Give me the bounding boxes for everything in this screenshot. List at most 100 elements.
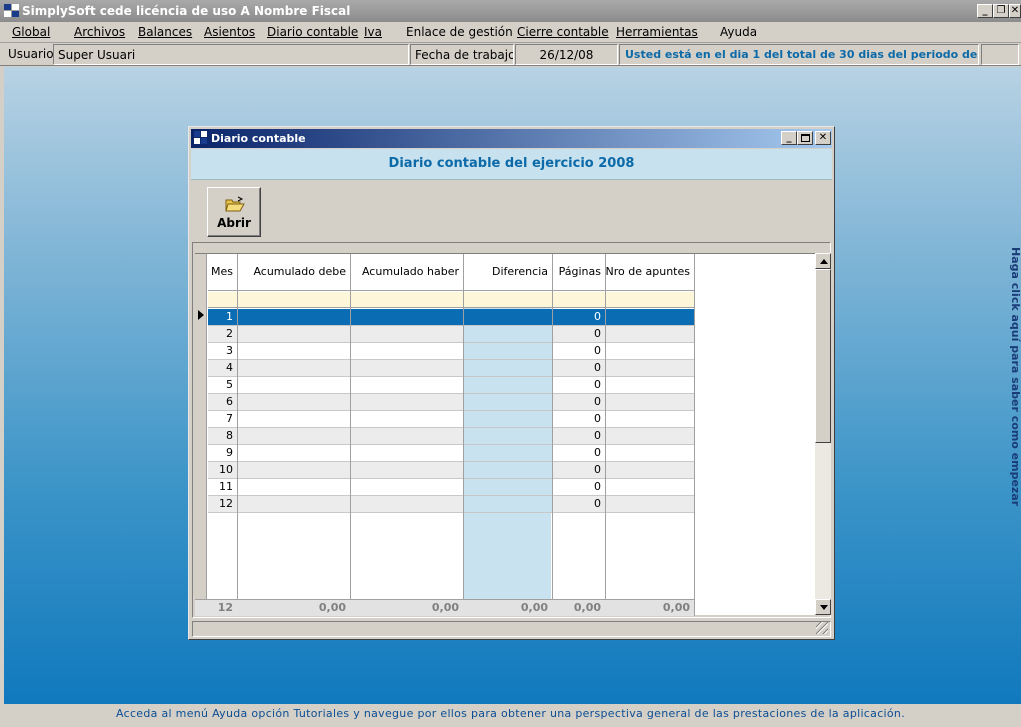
table-row[interactable]: 11 0 — [208, 479, 694, 496]
table-row[interactable]: 80 — [208, 428, 694, 445]
cell-diferencia[interactable] — [463, 411, 552, 427]
scroll-up-button[interactable] — [815, 253, 831, 269]
table-row[interactable]: 30 — [208, 343, 694, 360]
menu-archivos[interactable]: Archivos — [74, 25, 125, 39]
menu-diario-contable[interactable]: Diario contable — [267, 25, 358, 39]
cell-acumulado-haber[interactable] — [350, 309, 463, 325]
cell-mes[interactable]: 5 — [208, 377, 237, 393]
cell-acumulado-haber[interactable] — [350, 445, 463, 461]
cell-mes[interactable]: 1 — [208, 309, 237, 325]
cell-acumulado-haber[interactable] — [350, 326, 463, 342]
cell-nro-apuntes[interactable] — [605, 445, 694, 461]
menu-global[interactable]: Global — [12, 25, 50, 39]
cell-mes[interactable]: 4 — [208, 360, 237, 376]
cell-paginas[interactable]: 0 — [552, 309, 605, 325]
cell-nro-apuntes[interactable] — [605, 326, 694, 342]
child-maximize-button[interactable] — [797, 131, 813, 145]
cell-acumulado-haber[interactable] — [350, 360, 463, 376]
scroll-down-button[interactable] — [815, 599, 831, 615]
cell-nro-apuntes[interactable] — [605, 394, 694, 410]
cell-nro-apuntes[interactable] — [605, 496, 694, 512]
cell-acumulado-debe[interactable] — [237, 326, 350, 342]
cell-acumulado-debe[interactable] — [237, 360, 350, 376]
cell-acumulado-debe[interactable] — [237, 445, 350, 461]
cell-mes[interactable]: 3 — [208, 343, 237, 359]
header-nro-apuntes[interactable]: Nro de apuntes — [605, 254, 694, 291]
cell-mes[interactable]: 12 — [208, 496, 237, 512]
open-button[interactable]: Abrir — [207, 187, 261, 237]
menu-cierre-contable[interactable]: Cierre contable — [517, 25, 609, 39]
cell-acumulado-debe[interactable] — [237, 343, 350, 359]
header-paginas[interactable]: Páginas — [552, 254, 605, 291]
menu-ayuda[interactable]: Ayuda — [720, 25, 757, 39]
cell-nro-apuntes[interactable] — [605, 411, 694, 427]
cell-diferencia[interactable] — [463, 360, 552, 376]
menu-asientos[interactable]: Asientos — [204, 25, 255, 39]
header-acumulado-haber[interactable]: Acumulado haber — [350, 254, 463, 291]
cell-paginas[interactable]: 0 — [552, 428, 605, 444]
cell-diferencia[interactable] — [463, 462, 552, 478]
table-row[interactable]: 90 — [208, 445, 694, 462]
filter-row[interactable] — [208, 292, 694, 308]
cell-diferencia[interactable] — [463, 377, 552, 393]
cell-acumulado-haber[interactable] — [350, 411, 463, 427]
menu-herramientas[interactable]: Herramientas — [616, 25, 698, 39]
cell-mes[interactable]: 9 — [208, 445, 237, 461]
cell-diferencia[interactable] — [463, 326, 552, 342]
cell-mes[interactable]: 8 — [208, 428, 237, 444]
cell-diferencia[interactable] — [463, 445, 552, 461]
header-acumulado-debe[interactable]: Acumulado debe — [237, 254, 350, 291]
cell-diferencia[interactable] — [463, 343, 552, 359]
child-close-button[interactable]: ✕ — [815, 131, 831, 145]
resize-grip-icon[interactable] — [816, 622, 828, 634]
cell-acumulado-debe[interactable] — [237, 411, 350, 427]
cell-mes[interactable]: 10 — [208, 462, 237, 478]
cell-diferencia[interactable] — [463, 309, 552, 325]
restore-button[interactable]: ❐ — [993, 4, 1009, 18]
cell-nro-apuntes[interactable] — [605, 343, 694, 359]
table-row[interactable]: 10 0 — [208, 462, 694, 479]
cell-acumulado-debe[interactable] — [237, 496, 350, 512]
getting-started-text[interactable]: Haga click aquí para saber como empezar — [1010, 247, 1021, 506]
cell-paginas[interactable]: 0 — [552, 343, 605, 359]
header-mes[interactable]: Mes — [208, 254, 237, 291]
table-row[interactable]: 20 — [208, 326, 694, 343]
cell-paginas[interactable]: 0 — [552, 377, 605, 393]
vertical-scrollbar[interactable] — [815, 253, 831, 615]
table-row[interactable]: 40 — [208, 360, 694, 377]
scroll-thumb[interactable] — [815, 269, 831, 443]
cell-paginas[interactable]: 0 — [552, 360, 605, 376]
minimize-button[interactable]: _ — [977, 4, 993, 18]
menu-enlace-gestion[interactable]: Enlace de gestión — [406, 25, 513, 39]
cell-paginas[interactable]: 0 — [552, 411, 605, 427]
cell-diferencia[interactable] — [463, 479, 552, 495]
cell-acumulado-haber[interactable] — [350, 496, 463, 512]
cell-acumulado-haber[interactable] — [350, 343, 463, 359]
cell-acumulado-haber[interactable] — [350, 428, 463, 444]
cell-acumulado-haber[interactable] — [350, 479, 463, 495]
cell-paginas[interactable]: 0 — [552, 479, 605, 495]
cell-paginas[interactable]: 0 — [552, 445, 605, 461]
cell-acumulado-debe[interactable] — [237, 462, 350, 478]
child-minimize-button[interactable]: _ — [781, 131, 797, 145]
cell-acumulado-debe[interactable] — [237, 479, 350, 495]
table-row[interactable]: 12 0 — [208, 496, 694, 513]
cell-acumulado-haber[interactable] — [350, 394, 463, 410]
menu-iva[interactable]: Iva — [364, 25, 382, 39]
cell-mes[interactable]: 2 — [208, 326, 237, 342]
close-button[interactable]: ✕ — [1009, 4, 1021, 18]
cell-acumulado-debe[interactable] — [237, 394, 350, 410]
header-diferencia[interactable]: Diferencia — [463, 254, 552, 291]
cell-paginas[interactable]: 0 — [552, 462, 605, 478]
cell-nro-apuntes[interactable] — [605, 309, 694, 325]
cell-nro-apuntes[interactable] — [605, 377, 694, 393]
cell-diferencia[interactable] — [463, 496, 552, 512]
cell-diferencia[interactable] — [463, 428, 552, 444]
table-row[interactable]: 50 — [208, 377, 694, 394]
cell-nro-apuntes[interactable] — [605, 360, 694, 376]
cell-acumulado-haber[interactable] — [350, 377, 463, 393]
menu-balances[interactable]: Balances — [138, 25, 192, 39]
table-row[interactable]: 70 — [208, 411, 694, 428]
cell-acumulado-haber[interactable] — [350, 462, 463, 478]
table-row[interactable]: 10 — [208, 309, 694, 326]
